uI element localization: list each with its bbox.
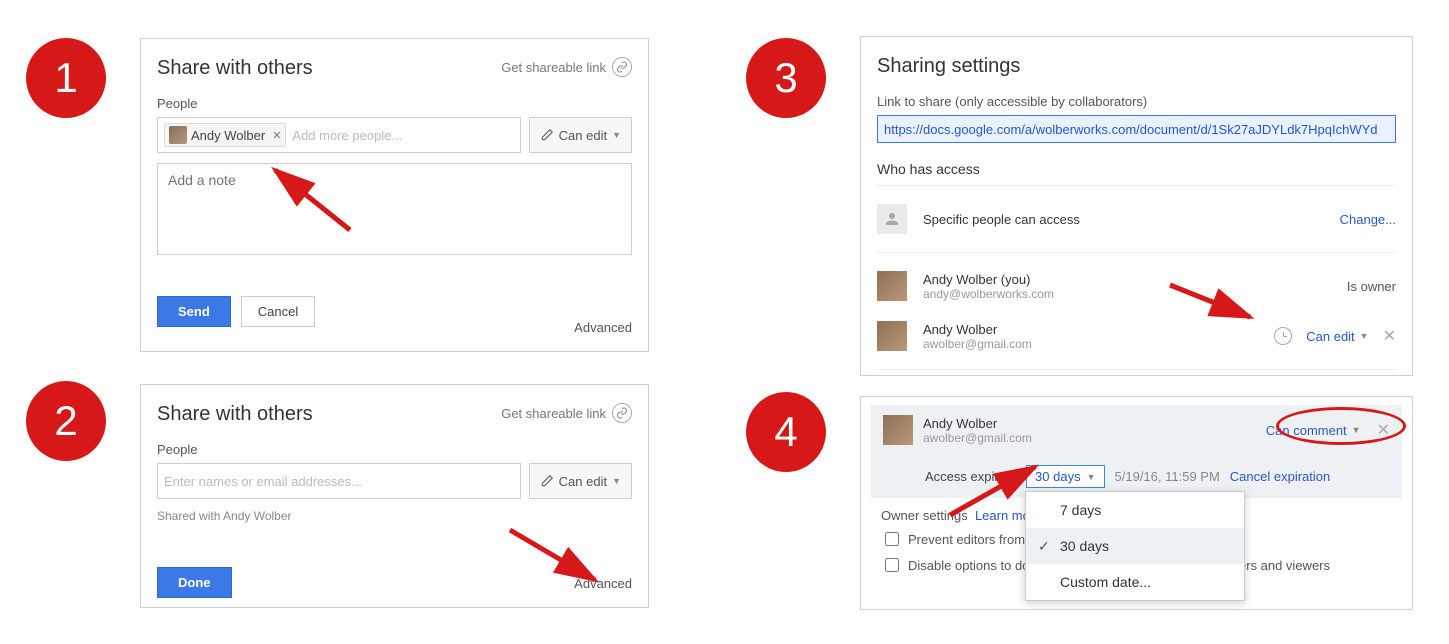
pencil-icon: [540, 474, 554, 488]
sharing-settings-dialog: Sharing settings Link to share (only acc…: [860, 36, 1413, 376]
permission-dropdown[interactable]: Can edit ▼: [1306, 329, 1368, 344]
permission-label: Can edit: [559, 128, 607, 143]
permission-label: Can edit: [1306, 329, 1354, 344]
step-badge-4: 4: [746, 392, 826, 472]
permission-label: Can comment: [1266, 423, 1347, 438]
note-textarea[interactable]: [157, 163, 632, 255]
expiration-value: 30 days: [1035, 469, 1081, 484]
remove-user-x[interactable]: ✕: [1377, 420, 1390, 440]
step-badge-2: 2: [26, 381, 106, 461]
caret-down-icon: ▼: [612, 130, 621, 140]
get-shareable-link[interactable]: Get shareable link: [501, 57, 632, 77]
shared-with-text: Shared with Andy Wolber: [157, 509, 632, 523]
user-name: Andy Wolber (you): [923, 272, 1347, 287]
people-label: People: [157, 96, 632, 111]
link-share-label: Link to share (only accessible by collab…: [877, 94, 1396, 109]
access-visibility-row: Specific people can access Change...: [877, 194, 1396, 244]
people-chip: Andy Wolber ✕: [164, 123, 286, 147]
caret-down-icon: ▼: [1360, 331, 1369, 341]
people-placeholder: Enter names or email addresses...: [164, 474, 514, 489]
expiration-option-custom[interactable]: Custom date...: [1026, 564, 1244, 600]
user-email: andy@wolberworks.com: [923, 287, 1347, 301]
people-input[interactable]: Andy Wolber ✕ Add more people...: [157, 117, 521, 153]
expiration-option-7days[interactable]: 7 days: [1026, 492, 1244, 528]
pencil-icon: [540, 128, 554, 142]
divider: [877, 185, 1396, 186]
prevent-editors-label: Prevent editors from c: [908, 532, 1035, 547]
caret-down-icon: ▼: [1352, 425, 1361, 435]
expiration-menu: 7 days 30 days Custom date...: [1025, 491, 1245, 601]
send-button[interactable]: Send: [157, 296, 231, 327]
disable-download-checkbox[interactable]: [885, 558, 899, 572]
person-generic-icon: [877, 204, 907, 234]
people-label: People: [157, 442, 632, 457]
permission-dropdown[interactable]: Can edit ▼: [529, 463, 632, 499]
add-more-placeholder: Add more people...: [292, 128, 402, 143]
divider: [877, 369, 1396, 370]
remove-user-x[interactable]: ✕: [1383, 326, 1396, 346]
chip-remove-x[interactable]: ✕: [272, 129, 281, 142]
step-badge-3: 3: [746, 38, 826, 118]
user-name: Andy Wolber: [923, 416, 1256, 431]
access-user-row-owner: Andy Wolber (you) andy@wolberworks.com I…: [877, 261, 1396, 311]
advanced-link[interactable]: Advanced: [574, 320, 632, 335]
share-dialog-2: Share with others Get shareable link Peo…: [140, 384, 649, 608]
user-role: Is owner: [1347, 279, 1396, 294]
prevent-editors-checkbox[interactable]: [885, 532, 899, 546]
caret-down-icon: ▼: [1087, 472, 1096, 482]
step-badge-1: 1: [26, 38, 106, 118]
expiration-dropdown[interactable]: 30 days ▼: [1026, 465, 1104, 488]
advanced-link[interactable]: Advanced: [574, 576, 632, 591]
change-visibility-link[interactable]: Change...: [1340, 212, 1396, 227]
get-shareable-link-label: Get shareable link: [501, 406, 606, 421]
access-user-row-editor: Andy Wolber awolber@gmail.com Can edit ▼…: [877, 311, 1396, 361]
link-icon: [612, 57, 632, 77]
permission-dropdown[interactable]: Can edit ▼: [529, 117, 632, 153]
get-shareable-link-label: Get shareable link: [501, 60, 606, 75]
access-visibility-text: Specific people can access: [923, 212, 1340, 227]
owner-settings-label: Owner settings: [881, 508, 968, 523]
get-shareable-link[interactable]: Get shareable link: [501, 403, 632, 423]
link-icon: [612, 403, 632, 423]
expiration-option-30days[interactable]: 30 days: [1026, 528, 1244, 564]
clock-icon[interactable]: [1274, 327, 1292, 345]
done-button[interactable]: Done: [157, 567, 232, 598]
share-dialog-1: Share with others Get shareable link Peo…: [140, 38, 649, 352]
user-email: awolber@gmail.com: [923, 337, 1274, 351]
people-input[interactable]: Enter names or email addresses...: [157, 463, 521, 499]
share-url-input[interactable]: [877, 115, 1396, 143]
user-row: Andy Wolber awolber@gmail.com Can commen…: [871, 405, 1402, 455]
divider: [877, 252, 1396, 253]
user-name: Andy Wolber: [923, 322, 1274, 337]
chip-name: Andy Wolber: [191, 128, 265, 143]
avatar-icon: [877, 321, 907, 351]
expiration-date: 5/19/16, 11:59 PM: [1115, 469, 1220, 484]
avatar-icon: [883, 415, 913, 445]
cancel-expiration-link[interactable]: Cancel expiration: [1230, 469, 1330, 484]
avatar-icon: [169, 126, 187, 144]
avatar-icon: [877, 271, 907, 301]
permission-label: Can edit: [559, 474, 607, 489]
who-has-access-label: Who has access: [877, 161, 1396, 177]
expiration-panel: Andy Wolber awolber@gmail.com Can commen…: [860, 396, 1413, 610]
expires-label: Access expires:: [925, 469, 1016, 484]
caret-down-icon: ▼: [612, 476, 621, 486]
dialog-title: Sharing settings: [877, 55, 1396, 78]
permission-dropdown[interactable]: Can comment ▼: [1266, 423, 1361, 438]
cancel-button[interactable]: Cancel: [241, 296, 315, 327]
user-email: awolber@gmail.com: [923, 431, 1256, 445]
